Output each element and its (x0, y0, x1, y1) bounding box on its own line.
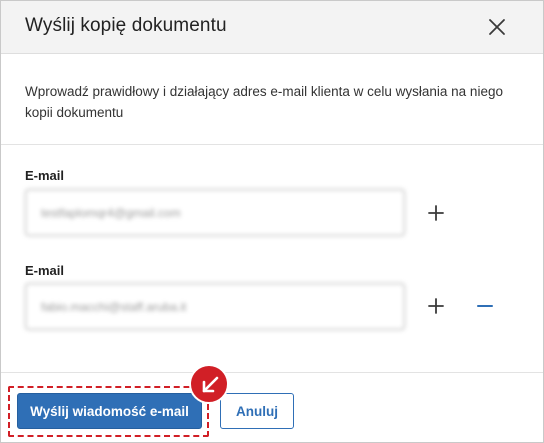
dialog-header: Wyślij kopię dokumentu (1, 1, 543, 54)
divider (1, 144, 543, 145)
close-button[interactable] (483, 13, 511, 41)
dialog-title: Wyślij kopię dokumentu (25, 15, 227, 36)
dialog-description: Wprowadź prawidłowy i działający adres e… (25, 84, 503, 120)
send-copy-dialog: Wyślij kopię dokumentu Wprowadź prawidło… (0, 0, 544, 443)
add-email-button[interactable] (423, 200, 449, 226)
minus-icon (477, 305, 493, 307)
add-email-button[interactable] (423, 293, 449, 319)
cancel-button[interactable]: Anuluj (220, 393, 294, 429)
email-label: E-mail (25, 263, 65, 278)
email-label: E-mail (25, 168, 65, 183)
arrow-down-left-icon (202, 376, 219, 393)
callout-badge (189, 364, 229, 404)
plus-icon (428, 298, 444, 314)
close-icon (489, 19, 505, 35)
remove-email-button[interactable] (472, 293, 498, 319)
send-email-button[interactable]: Wyślij wiadomość e-mail (17, 393, 202, 429)
email-field[interactable] (25, 189, 405, 236)
plus-icon (428, 205, 444, 221)
email-field[interactable] (25, 283, 405, 330)
